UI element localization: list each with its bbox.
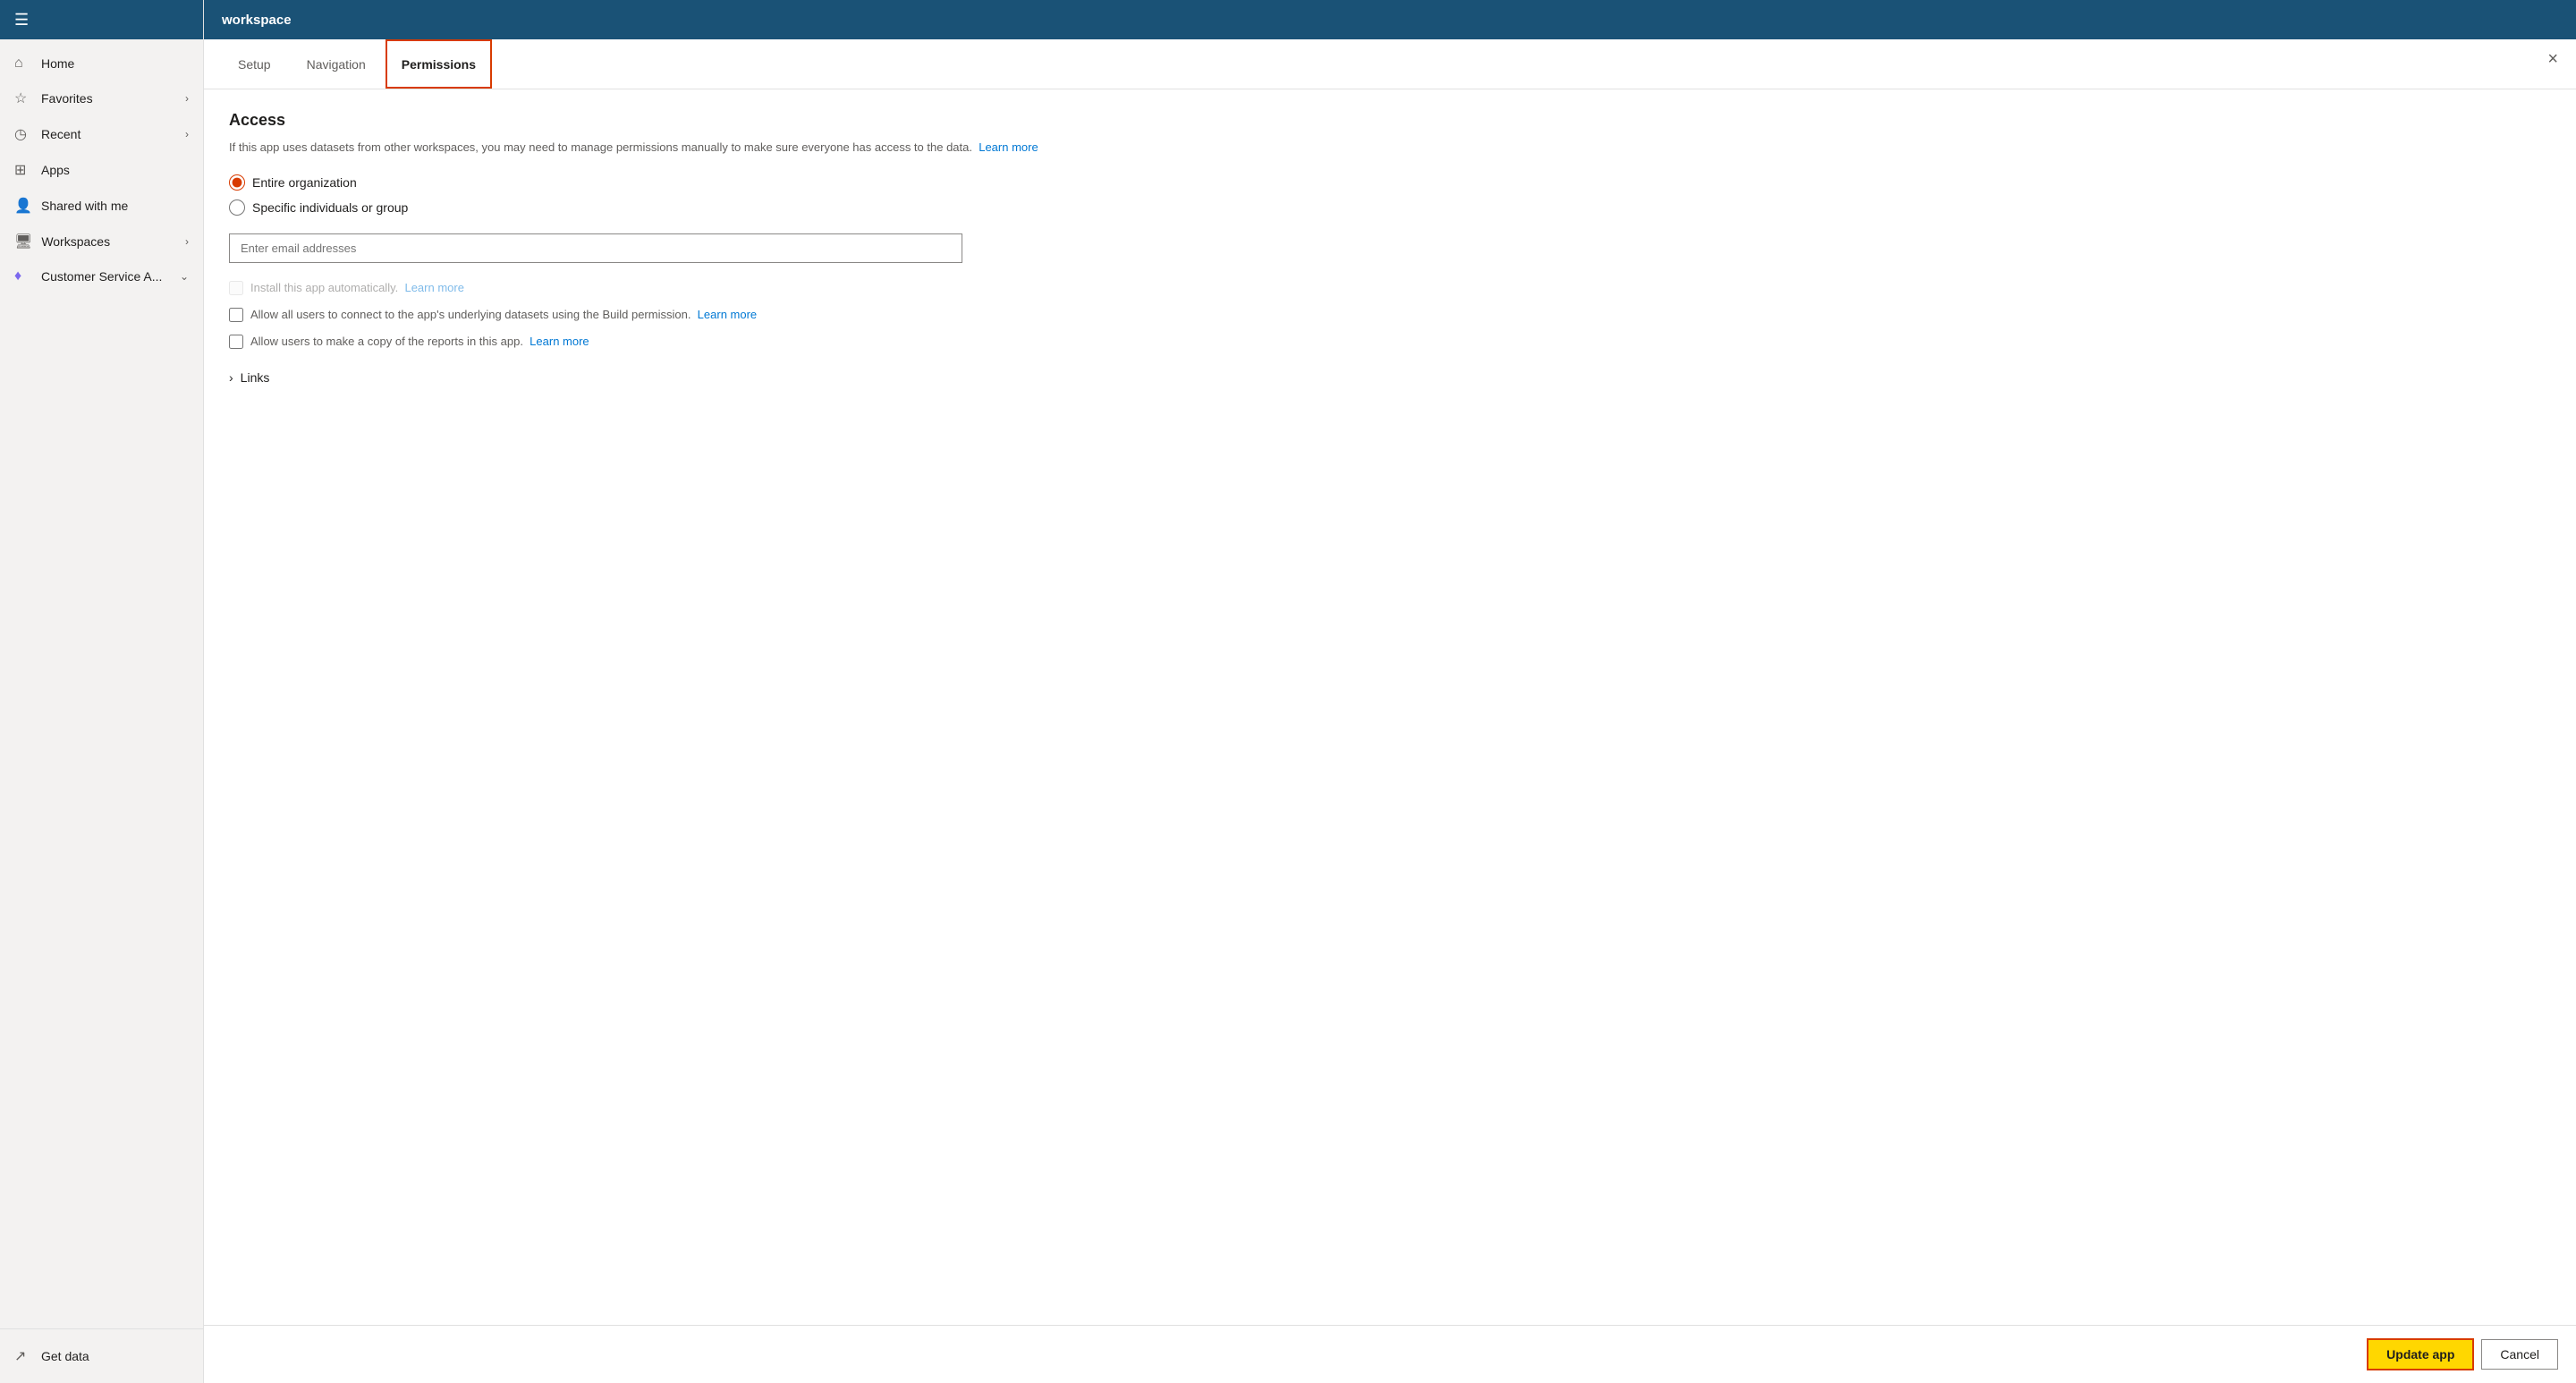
sidebar-header: ☰ xyxy=(0,0,203,39)
dialog-footer: Update app Cancel xyxy=(204,1325,2576,1383)
cancel-button[interactable]: Cancel xyxy=(2481,1339,2558,1370)
sidebar-item-workspaces-label: Workspaces xyxy=(41,234,176,249)
radio-group: Entire organization Specific individuals… xyxy=(229,174,2551,216)
access-section-title: Access xyxy=(229,111,2551,130)
sidebar-item-customer-service-label: Customer Service A... xyxy=(41,269,171,284)
radio-specific-individuals[interactable]: Specific individuals or group xyxy=(229,199,2551,216)
main-content: workspace Setup Navigation Permissions ×… xyxy=(204,0,2576,1383)
sidebar-item-favorites-label: Favorites xyxy=(41,91,176,106)
dialog-area: Setup Navigation Permissions × Access If… xyxy=(204,39,2576,1383)
radio-entire-org[interactable]: Entire organization xyxy=(229,174,2551,191)
radio-entire-org-input[interactable] xyxy=(229,174,245,191)
sidebar: ☰ ⌂ Home ☆ Favorites › ◷ Recent › ⊞ Apps… xyxy=(0,0,204,1383)
radio-entire-org-label: Entire organization xyxy=(252,175,357,190)
checkbox-install-auto-input[interactable] xyxy=(229,281,243,295)
favorites-icon: ☆ xyxy=(14,89,32,107)
sidebar-item-apps[interactable]: ⊞ Apps xyxy=(0,152,203,188)
tab-permissions[interactable]: Permissions xyxy=(386,39,492,89)
sidebar-item-recent[interactable]: ◷ Recent › xyxy=(0,116,203,152)
sidebar-nav: ⌂ Home ☆ Favorites › ◷ Recent › ⊞ Apps 👤… xyxy=(0,39,203,1328)
sidebar-item-shared-with-me[interactable]: 👤 Shared with me xyxy=(0,188,203,224)
sidebar-item-shared-label: Shared with me xyxy=(41,199,189,213)
links-label: Links xyxy=(241,370,270,385)
close-button[interactable]: × xyxy=(2547,50,2558,68)
sidebar-item-get-data[interactable]: ↗ Get data xyxy=(14,1338,189,1374)
sidebar-footer: ↗ Get data xyxy=(0,1328,203,1383)
radio-specific-individuals-label: Specific individuals or group xyxy=(252,200,408,215)
apps-icon: ⊞ xyxy=(14,161,32,179)
allow-build-learn-more-link[interactable]: Learn more xyxy=(698,308,757,321)
checkbox-group: Install this app automatically. Learn mo… xyxy=(229,281,2551,349)
workspaces-icon: 🖥 xyxy=(14,233,32,250)
links-section[interactable]: › Links xyxy=(229,370,2551,385)
radio-specific-individuals-input[interactable] xyxy=(229,199,245,216)
checkbox-allow-build-label: Allow all users to connect to the app's … xyxy=(250,308,757,321)
hamburger-menu-icon[interactable]: ☰ xyxy=(14,11,29,30)
sidebar-item-home-label: Home xyxy=(41,56,189,71)
sidebar-item-favorites[interactable]: ☆ Favorites › xyxy=(0,81,203,116)
sidebar-item-recent-label: Recent xyxy=(41,127,176,141)
links-chevron-icon: › xyxy=(229,370,233,385)
customer-service-icon: ♦ xyxy=(14,268,32,284)
checkbox-install-auto: Install this app automatically. Learn mo… xyxy=(229,281,2551,295)
dialog-body: Access If this app uses datasets from ot… xyxy=(204,89,2576,1325)
checkbox-allow-build-input[interactable] xyxy=(229,308,243,322)
install-auto-learn-more-link[interactable]: Learn more xyxy=(404,281,463,294)
sidebar-item-home[interactable]: ⌂ Home xyxy=(0,47,203,81)
checkbox-allow-copy-label: Allow users to make a copy of the report… xyxy=(250,335,589,348)
tab-setup[interactable]: Setup xyxy=(222,39,287,89)
update-app-button[interactable]: Update app xyxy=(2367,1338,2474,1370)
top-bar: workspace xyxy=(204,0,2576,39)
app-title: workspace xyxy=(222,13,292,28)
home-icon: ⌂ xyxy=(14,55,32,72)
sidebar-item-apps-label: Apps xyxy=(41,163,189,177)
tab-navigation[interactable]: Navigation xyxy=(291,39,382,89)
recent-chevron-icon: › xyxy=(185,128,189,140)
workspaces-chevron-icon: › xyxy=(185,235,189,248)
access-learn-more-link[interactable]: Learn more xyxy=(979,140,1038,154)
sidebar-item-workspaces[interactable]: 🖥 Workspaces › xyxy=(0,224,203,259)
tabs-bar: Setup Navigation Permissions xyxy=(204,39,2576,89)
customer-service-chevron-icon: ⌄ xyxy=(180,270,189,283)
email-input[interactable] xyxy=(229,233,962,263)
checkbox-allow-build: Allow all users to connect to the app's … xyxy=(229,308,2551,322)
favorites-chevron-icon: › xyxy=(185,92,189,105)
checkbox-install-auto-label: Install this app automatically. Learn mo… xyxy=(250,281,464,294)
get-data-icon: ↗ xyxy=(14,1347,32,1365)
checkbox-allow-copy-input[interactable] xyxy=(229,335,243,349)
access-description: If this app uses datasets from other wor… xyxy=(229,139,2551,157)
sidebar-item-get-data-label: Get data xyxy=(41,1349,189,1363)
checkbox-allow-copy: Allow users to make a copy of the report… xyxy=(229,335,2551,349)
shared-icon: 👤 xyxy=(14,197,32,215)
sidebar-item-customer-service[interactable]: ♦ Customer Service A... ⌄ xyxy=(0,259,203,293)
allow-copy-learn-more-link[interactable]: Learn more xyxy=(530,335,589,348)
recent-icon: ◷ xyxy=(14,125,32,143)
